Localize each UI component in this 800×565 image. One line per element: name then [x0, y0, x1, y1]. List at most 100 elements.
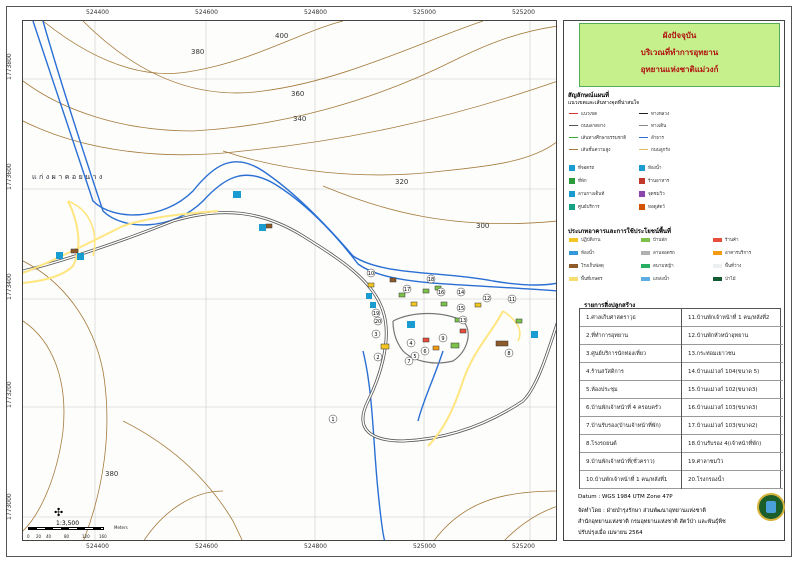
legend-subheading: แนวเขตและเส้นทางจุดที่น่าสนใจ — [568, 100, 640, 106]
line-symbol-icon — [639, 124, 648, 127]
legend-label: ห้องน้ำ — [648, 166, 662, 171]
map-symbols — [56, 191, 538, 338]
legend-label: โรงเก็บพัสดุ — [581, 264, 604, 269]
building-list-item: 12.บ้านพักหัวหน้าอุทยาน — [682, 327, 783, 345]
contour-labels: 400 380 360 340 320 300 380 — [105, 32, 489, 478]
map-title-line: บริเวณที่ทำการอุทยาน — [640, 48, 719, 57]
building-number: 19 — [373, 311, 379, 317]
scale-mark: 80 — [64, 534, 70, 539]
landuse-swatch-icon — [713, 263, 722, 268]
scale-mark: 120 — [82, 534, 90, 539]
legend-label: ถนนลาดยาง — [581, 124, 606, 129]
landuse-swatch-icon — [569, 237, 578, 242]
contour-label: 360 — [291, 90, 304, 98]
parking-icon — [259, 224, 266, 231]
line-symbol-icon — [639, 136, 648, 139]
building-number: 14 — [458, 290, 464, 296]
landuse-item: อาคารบริการ — [713, 249, 751, 256]
contour-label: 340 — [293, 115, 306, 123]
legend-label: พื้นที่ว่าง — [725, 264, 742, 269]
restroom-icon — [77, 253, 84, 260]
building-list-item: 10.บ้านพักเจ้าหน้าที่ 1 คน/หลังที่1 — [580, 471, 681, 489]
scale-mark: 0 — [27, 534, 30, 539]
building-list-item: 9.บ้านพักเจ้าหน้าที่(ชั่วคราว) — [580, 453, 681, 471]
place-label: แก่งผาคอยนาง — [32, 173, 105, 181]
landuse-item: ลานจอดรถ — [641, 249, 675, 256]
campsite-icon — [233, 191, 241, 198]
y-tick: 1773800 — [6, 53, 13, 80]
line-symbol-icon — [569, 124, 578, 127]
legend-line-item: ลำธาร — [639, 134, 664, 141]
map-symbol-icon — [569, 203, 575, 210]
building-list-item: 20.โรงกรองน้ำ — [682, 471, 783, 489]
map-canvas[interactable]: 1 2 3 4 5 6 7 8 9 10 11 12 13 14 15 16 1… — [22, 20, 557, 541]
map-grid — [23, 21, 556, 540]
landuse-swatch-icon — [641, 237, 650, 242]
landuse-item: พื้นที่ว่าง — [713, 262, 741, 269]
building-number: 15 — [458, 306, 464, 312]
landuse-item: บ้านพัก — [641, 236, 667, 243]
landuse-swatch-icon — [641, 276, 650, 281]
legend-line-item: เส้นชั้นความสูง — [569, 146, 610, 153]
contour-label: 320 — [395, 178, 408, 186]
restroom-icon — [370, 302, 376, 308]
legend-label: เส้นชั้นความสูง — [581, 148, 611, 153]
legend-label: ลานจอดรถ — [653, 251, 675, 256]
building-number: 9 — [441, 336, 444, 342]
line-symbol-icon — [639, 148, 648, 151]
landuse-item: ห้องน้ำ — [569, 249, 594, 256]
landuse-item: พื้นที่เกษตร — [569, 275, 603, 282]
building-number: 1 — [331, 417, 334, 423]
building-list-item: 5.ห้องประชุม — [580, 381, 681, 399]
x-tick: 524400 — [86, 543, 109, 550]
legend-label: ที่พัก — [578, 179, 587, 184]
legend-label: จุดชมวิว — [648, 192, 665, 197]
stream-lines — [32, 21, 556, 540]
landuse-swatch-icon — [569, 250, 578, 255]
landuse-item: สนามหญ้า — [641, 262, 674, 269]
contour-label: 300 — [476, 222, 489, 230]
landuse-item: ป่าไม้ — [713, 275, 736, 282]
x-tick: 524600 — [195, 9, 218, 16]
map-symbol-icon — [639, 190, 645, 197]
building-number: 18 — [428, 277, 434, 283]
buildings-column-right: 11.บ้านพักเจ้าหน้าที่ 1 คน/หลังที่2 12.บ้… — [681, 309, 783, 489]
building-list-item: 7.บ้านรับรอง(บ้านเจ้าหน้าที่พัก) — [580, 417, 681, 435]
line-symbol-icon — [569, 112, 578, 115]
legend-label: ที่จอดรถ — [578, 166, 595, 171]
map-title-line: ผังปัจจุบัน — [662, 31, 697, 40]
y-tick: 1773400 — [6, 273, 13, 300]
building-number: 20 — [375, 319, 381, 325]
buildings-table: 1.ศาลเก็บศาสตราวุธ 2.ที่ทำการอุทยาน 3.ศูนย… — [579, 308, 783, 489]
map-symbol-icon — [639, 164, 645, 171]
legend-line-item: แนวเขต — [569, 110, 597, 117]
building-list-item: 11.บ้านพักเจ้าหน้าที่ 1 คน/หลังที่2 — [682, 309, 783, 327]
landuse-swatch-icon — [641, 263, 650, 268]
prepared-by-text: จัดทำโดย : ฝ่ายบำรุงรักษา ส่วนพัฒนาอุทยา… — [578, 508, 707, 514]
building-number: 16 — [438, 290, 444, 296]
legend-label: ลานกางเต็นท์ — [578, 192, 605, 197]
legend-label: เส้นทางศึกษาธรรมชาติ — [581, 136, 627, 141]
legend-label: ร้านอาหาร — [648, 179, 670, 184]
legend-label: พื้นที่เกษตร — [581, 277, 603, 282]
building-list-item: 1.ศาลเก็บศาสตราวุธ — [580, 309, 681, 327]
legend-label: ทางเดิน — [651, 124, 667, 129]
y-tick: 1773200 — [6, 381, 13, 408]
landuse-item: ปฏิบัติงาน — [569, 236, 600, 243]
building-number: 6 — [423, 349, 426, 355]
map-symbol-icon — [569, 177, 575, 184]
building-list-item: 8.โรงรถยนต์ — [580, 435, 681, 453]
legend-icon-item: ลานกางเต็นท์ — [569, 190, 604, 197]
landuse-swatch-icon — [569, 276, 578, 281]
legend-label: ร้านค้า — [725, 238, 739, 243]
park-logo-icon — [757, 493, 785, 521]
legend-line-item: ถนนลูกรัง — [639, 146, 670, 153]
y-tick: 1773600 — [6, 163, 13, 190]
building-number: 8 — [507, 351, 510, 357]
building-list-item: 3.ศูนย์บริการนักท่องเที่ยว — [580, 345, 681, 363]
scale-bar — [28, 527, 104, 530]
legend-label: แหล่งน้ำ — [653, 277, 670, 282]
legend-line-item: ทางเดิน — [639, 122, 666, 129]
legend-line-item: เส้นทางศึกษาธรรมชาติ — [569, 134, 626, 141]
building-number: 5 — [413, 354, 416, 360]
